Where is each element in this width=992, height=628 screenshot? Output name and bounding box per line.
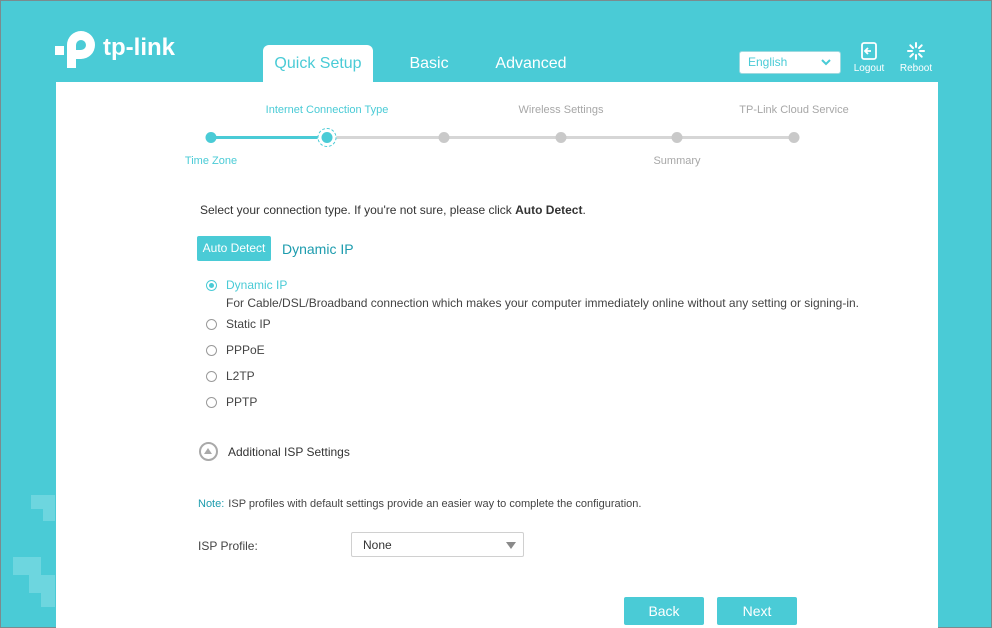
- note: Note: ISP profiles with default settings …: [198, 498, 641, 510]
- radio-static-ip[interactable]: Static IP: [206, 317, 271, 331]
- tab-quick-setup[interactable]: Quick Setup: [263, 45, 373, 82]
- language-select[interactable]: English: [739, 51, 841, 74]
- background-decoration: [41, 593, 55, 607]
- tab-advanced[interactable]: Advanced: [483, 45, 579, 82]
- logout-label: Logout: [853, 63, 885, 74]
- background-decoration: [13, 557, 41, 575]
- background-decoration: [29, 575, 55, 593]
- chevron-down-icon: [821, 59, 831, 66]
- step-dot: [438, 132, 450, 143]
- tab-basic[interactable]: Basic: [397, 45, 461, 82]
- main-tabs: Quick Setup Basic Advanced: [263, 45, 579, 82]
- reboot-icon: [907, 42, 925, 60]
- note-text: ISP profiles with default settings provi…: [228, 498, 642, 510]
- radio-button[interactable]: [206, 318, 217, 330]
- reboot-button[interactable]: Reboot: [896, 41, 936, 74]
- note-label: Note:: [198, 498, 225, 510]
- radio-label: Static IP: [226, 317, 271, 331]
- radio-label: Dynamic IP: [226, 278, 288, 292]
- instruction-bold: Auto Detect: [515, 203, 583, 217]
- logout-button[interactable]: Logout: [849, 41, 889, 74]
- additional-isp-settings-label: Additional ISP Settings: [228, 444, 350, 459]
- isp-profile-value: None: [363, 538, 392, 552]
- step-dot-time-zone: [205, 132, 217, 143]
- main-panel: Internet Connection Type Wireless Settin…: [56, 82, 938, 628]
- radio-label: PPTP: [226, 395, 258, 409]
- background-decoration: [43, 509, 55, 521]
- brand-name: tp-link: [103, 34, 175, 61]
- isp-profile-label: ISP Profile:: [198, 539, 258, 553]
- step-label-summary: Summary: [653, 155, 701, 167]
- progress-track-fill: [211, 136, 327, 139]
- additional-isp-settings-toggle[interactable]: Additional ISP Settings: [199, 442, 350, 461]
- collapse-up-icon: [199, 442, 218, 461]
- logout-icon: [861, 42, 877, 60]
- isp-profile-select[interactable]: None: [351, 532, 524, 557]
- auto-detect-button[interactable]: Auto Detect: [197, 236, 271, 261]
- instruction-text: Select your connection type. If you're n…: [200, 203, 586, 217]
- radio-button[interactable]: [206, 344, 217, 356]
- detected-connection-type: Dynamic IP: [282, 241, 354, 257]
- tp-link-logo-mark-icon: [55, 31, 95, 68]
- step-label-internet-connection-type: Internet Connection Type: [265, 104, 389, 116]
- back-button[interactable]: Back: [624, 597, 704, 625]
- language-value: English: [748, 55, 788, 69]
- radio-button[interactable]: [206, 370, 217, 382]
- step-label-wireless-settings: Wireless Settings: [518, 104, 604, 116]
- dynamic-ip-description: For Cable/DSL/Broadband connection which…: [226, 296, 859, 310]
- next-button[interactable]: Next: [717, 597, 797, 625]
- step-dot-internet-connection-type: [317, 128, 337, 147]
- step-dot-wireless-settings: [555, 132, 567, 143]
- radio-l2tp[interactable]: L2TP: [206, 369, 255, 383]
- step-label-time-zone: Time Zone: [184, 155, 238, 167]
- step-dot-cloud-service: [788, 132, 800, 143]
- tp-link-logo: tp-link: [53, 27, 175, 73]
- radio-label: PPPoE: [226, 343, 265, 357]
- radio-pppoe[interactable]: PPPoE: [206, 343, 265, 357]
- radio-label: L2TP: [226, 369, 255, 383]
- radio-dynamic-ip[interactable]: Dynamic IP: [206, 278, 287, 292]
- radio-button[interactable]: [206, 279, 217, 291]
- caret-down-icon: [506, 542, 516, 549]
- radio-pptp[interactable]: PPTP: [206, 395, 257, 409]
- step-label-cloud-service: TP-Link Cloud Service: [739, 104, 849, 116]
- step-dot-summary: [671, 132, 683, 143]
- background-decoration: [31, 495, 55, 509]
- radio-button[interactable]: [206, 396, 217, 408]
- reboot-label: Reboot: [899, 63, 933, 74]
